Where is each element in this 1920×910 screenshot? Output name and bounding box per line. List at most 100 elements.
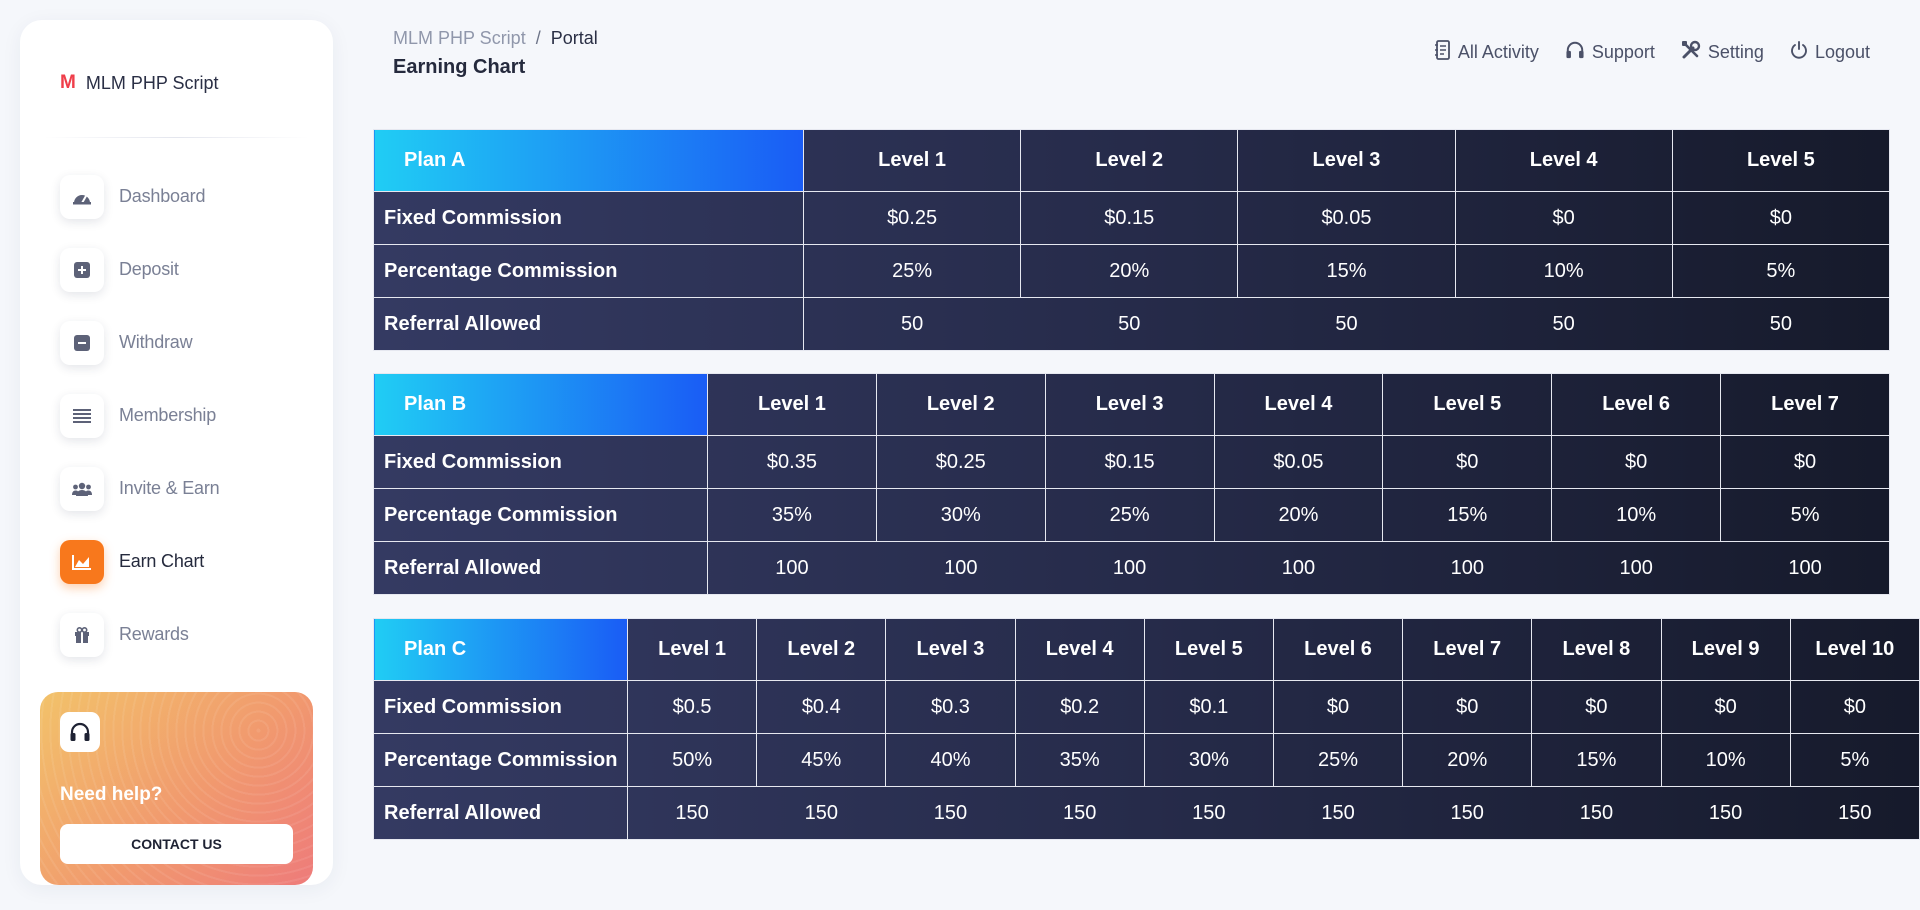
sidebar-item-label: Earn Chart xyxy=(119,551,205,571)
level-header: Level 7 xyxy=(1720,373,1890,436)
table-cell: $0.3 xyxy=(885,680,1016,734)
sidebar-item-invite-earn[interactable]: Invite & Earn xyxy=(60,466,220,511)
row-label: Fixed Commission xyxy=(373,680,628,734)
brand[interactable]: M MLM PHP Script xyxy=(60,72,219,94)
setting-label: Setting xyxy=(1707,42,1764,62)
sidebar-item-dashboard[interactable]: Dashboard xyxy=(60,174,219,219)
table-row: Referral Allowed 50 50 50 50 50 xyxy=(373,297,1891,351)
table-cell: 50% xyxy=(626,733,758,787)
table-header-row: Plan A Level 1 Level 2 Level 3 Level 4 L… xyxy=(373,129,1891,192)
table-row: Percentage Commission 25% 20% 15% 10% 5% xyxy=(373,244,1891,298)
table-cell: 30% xyxy=(875,488,1046,542)
logout-link[interactable]: Logout xyxy=(1790,40,1870,65)
sidebar-item-label: Rewards xyxy=(119,624,189,644)
table-row: Referral Allowed 150 150 150 150 150 150… xyxy=(373,786,1920,840)
row-label: Referral Allowed xyxy=(373,297,804,351)
table-cell: $0.05 xyxy=(1213,435,1384,489)
table-cell: $0.2 xyxy=(1014,680,1145,734)
table-cell: 150 xyxy=(756,786,886,840)
breadcrumb-root[interactable]: MLM PHP Script xyxy=(393,28,526,49)
setting-link[interactable]: Setting xyxy=(1681,40,1764,65)
table-cell: 30% xyxy=(1143,733,1274,787)
power-icon xyxy=(1790,41,1808,64)
table-cell: $0.25 xyxy=(802,191,1022,245)
sidebar: M MLM PHP Script Dashboard Deposit Withd… xyxy=(20,20,333,885)
table-cell: 100 xyxy=(1214,541,1383,595)
table-row: Percentage Commission 35% 30% 25% 20% 15… xyxy=(373,488,1890,542)
table-cell: 5% xyxy=(1720,488,1890,542)
table-cell: $0.05 xyxy=(1237,191,1456,245)
table-cell: 10% xyxy=(1454,244,1673,298)
table-cell: 35% xyxy=(1014,733,1145,787)
table-cell: $0 xyxy=(1720,435,1890,489)
headphones-icon xyxy=(60,712,100,752)
sidebar-item-rewards[interactable]: Rewards xyxy=(60,612,219,657)
breadcrumb: MLM PHP Script / Portal xyxy=(393,28,598,49)
table-cell: 50 xyxy=(1672,297,1891,351)
sidebar-item-earn-chart[interactable]: Earn Chart xyxy=(60,539,219,584)
level-header: Level 3 xyxy=(1044,373,1215,436)
table-cell: 150 xyxy=(1402,786,1532,840)
table-cell: 150 xyxy=(1531,786,1661,840)
all-activity-label: All Activity xyxy=(1457,42,1539,62)
headphones-icon xyxy=(1565,41,1585,64)
level-header: Level 4 xyxy=(1454,129,1673,192)
row-label: Referral Allowed xyxy=(373,786,628,840)
table-cell: 100 xyxy=(1551,541,1721,595)
row-label: Referral Allowed xyxy=(373,541,708,595)
minus-square-icon xyxy=(60,320,104,365)
table-cell: $0 xyxy=(1272,680,1404,734)
table-cell: 50 xyxy=(1237,297,1456,351)
table-cell: $0 xyxy=(1402,680,1533,734)
table-cell: $0 xyxy=(1671,191,1891,245)
table-cell: 100 xyxy=(876,541,1046,595)
plan-b-table: Plan B Level 1 Level 2 Level 3 Level 4 L… xyxy=(373,373,1890,595)
level-header: Level 2 xyxy=(756,618,887,681)
gift-icon xyxy=(60,612,104,657)
page-title: Earning Chart xyxy=(393,56,526,78)
sidebar-item-label: Dashboard xyxy=(119,186,206,206)
table-cell: $0 xyxy=(1660,680,1791,734)
row-label: Fixed Commission xyxy=(373,435,708,489)
sidebar-item-label: Withdraw xyxy=(119,332,193,352)
plan-name: Plan C xyxy=(373,618,628,681)
table-cell: 15% xyxy=(1382,488,1553,542)
support-label: Support xyxy=(1591,42,1655,62)
table-cell: 100 xyxy=(1382,541,1552,595)
support-link[interactable]: Support xyxy=(1565,40,1655,65)
activity-book-icon xyxy=(1434,40,1451,65)
table-cell: 150 xyxy=(1661,786,1791,840)
plan-name: Plan B xyxy=(373,373,708,436)
table-cell: 50 xyxy=(1455,297,1673,351)
table-cell: 150 xyxy=(1273,786,1403,840)
plan-a-table: Plan A Level 1 Level 2 Level 3 Level 4 L… xyxy=(373,129,1891,351)
sidebar-item-membership[interactable]: Membership xyxy=(60,393,219,438)
row-label: Percentage Commission xyxy=(373,733,628,787)
table-cell: 50 xyxy=(1020,297,1238,351)
table-cell: 100 xyxy=(1045,541,1215,595)
plus-square-icon xyxy=(60,247,104,292)
table-cell: 150 xyxy=(1790,786,1920,840)
level-header: Level 1 xyxy=(626,618,758,681)
table-cell: 5% xyxy=(1671,244,1891,298)
level-header: Level 7 xyxy=(1402,618,1533,681)
level-header: Level 3 xyxy=(885,618,1016,681)
level-header: Level 5 xyxy=(1143,618,1274,681)
plan-c-table: Plan C Level 1 Level 2 Level 3 Level 4 L… xyxy=(373,618,1920,840)
table-row: Percentage Commission 50% 45% 40% 35% 30… xyxy=(373,733,1920,787)
level-header: Level 9 xyxy=(1660,618,1791,681)
contact-us-button[interactable]: CONTACT US xyxy=(60,824,293,864)
table-cell: $0 xyxy=(1551,435,1722,489)
list-icon xyxy=(60,393,104,438)
level-header: Level 6 xyxy=(1551,373,1722,436)
table-cell: 15% xyxy=(1531,733,1662,787)
sidebar-item-label: Deposit xyxy=(119,259,179,279)
all-activity-link[interactable]: All Activity xyxy=(1434,40,1539,65)
table-cell: $0.25 xyxy=(875,435,1046,489)
sidebar-item-deposit[interactable]: Deposit xyxy=(60,247,219,292)
level-header: Level 5 xyxy=(1382,373,1553,436)
table-cell: $0.15 xyxy=(1020,191,1239,245)
sidebar-item-withdraw[interactable]: Withdraw xyxy=(60,320,219,365)
table-cell: 150 xyxy=(627,786,757,840)
breadcrumb-current: Portal xyxy=(550,28,598,48)
